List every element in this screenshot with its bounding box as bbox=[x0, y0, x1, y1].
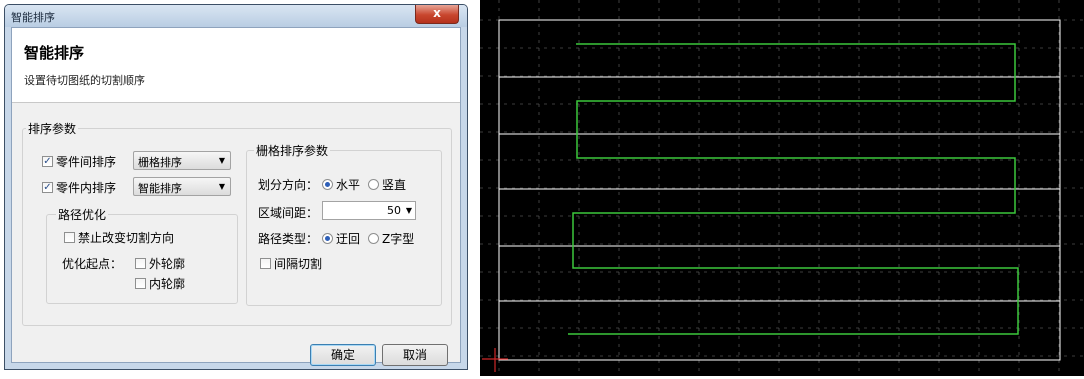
start-point-label: 优化起点： bbox=[62, 257, 123, 271]
chevron-down-icon[interactable]: ▼ bbox=[406, 206, 412, 215]
chevron-down-icon: ▼ bbox=[218, 182, 225, 191]
canvas-grid bbox=[480, 0, 1084, 376]
drawing-canvas[interactable] bbox=[480, 0, 1084, 376]
sort-params-label: 排序参数 bbox=[26, 120, 79, 137]
within-part-checkbox[interactable]: ✓ bbox=[42, 182, 53, 193]
direction-vertical-label: 竖直 bbox=[382, 178, 407, 192]
spacing-value: 50 bbox=[387, 204, 401, 217]
dialog-subtitle: 设置待切图纸的切割顺序 bbox=[24, 74, 145, 87]
chevron-down-icon: ▼ bbox=[218, 156, 225, 165]
within-part-select[interactable]: 智能排序 ▼ bbox=[133, 177, 231, 196]
path-type-label: 路径类型： bbox=[258, 232, 319, 246]
ok-button[interactable]: 确定 bbox=[310, 344, 376, 366]
no-dir-change-checkbox[interactable] bbox=[64, 232, 75, 243]
between-parts-checkbox[interactable]: ✓ bbox=[42, 156, 53, 167]
smart-sort-dialog: 智能排序 x 智能排序 设置待切图纸的切割顺序 排序参数 ✓ 零件间排序 栅格排… bbox=[4, 4, 468, 370]
grid-params-group bbox=[246, 150, 442, 306]
outer-contour-checkbox[interactable] bbox=[135, 258, 146, 269]
dialog-heading: 智能排序 bbox=[24, 44, 85, 62]
interval-cut-label: 间隔切割 bbox=[274, 257, 323, 271]
dialog-header: 智能排序 设置待切图纸的切割顺序 bbox=[12, 28, 460, 103]
path-type-z-radio[interactable] bbox=[368, 233, 379, 244]
grid-params-label: 栅格排序参数 bbox=[254, 142, 331, 159]
direction-horizontal-label: 水平 bbox=[336, 178, 361, 192]
canvas-svg bbox=[480, 0, 1084, 376]
inner-contour-label: 内轮廓 bbox=[149, 277, 186, 291]
no-dir-change-label: 禁止改变切割方向 bbox=[78, 231, 175, 245]
dialog-client: 智能排序 设置待切图纸的切割顺序 排序参数 ✓ 零件间排序 栅格排序 ▼ ✓ 零… bbox=[11, 27, 461, 366]
within-part-label: 零件内排序 bbox=[56, 181, 117, 195]
close-icon: x bbox=[433, 6, 441, 20]
direction-label: 划分方向： bbox=[258, 178, 319, 192]
direction-horizontal-radio[interactable] bbox=[322, 179, 333, 190]
direction-vertical-radio[interactable] bbox=[368, 179, 379, 190]
spacing-label: 区域间距： bbox=[258, 206, 319, 220]
between-parts-select[interactable]: 栅格排序 ▼ bbox=[133, 151, 231, 170]
spacing-input[interactable]: 50 ▼ bbox=[322, 201, 416, 220]
interval-cut-checkbox[interactable] bbox=[260, 258, 271, 269]
path-opt-label: 路径优化 bbox=[56, 206, 109, 223]
between-parts-value: 栅格排序 bbox=[138, 156, 182, 169]
inner-contour-checkbox[interactable] bbox=[135, 278, 146, 289]
between-parts-label: 零件间排序 bbox=[56, 155, 117, 169]
outer-contour-label: 外轮廓 bbox=[149, 257, 186, 271]
path-type-z-label: Z字型 bbox=[382, 232, 415, 246]
cancel-button[interactable]: 取消 bbox=[382, 344, 448, 366]
close-button[interactable]: x bbox=[415, 5, 459, 24]
plate-border bbox=[498, 19, 1061, 361]
path-type-detour-label: 迂回 bbox=[336, 232, 361, 246]
dialog-titlebar[interactable]: 智能排序 x bbox=[5, 5, 467, 27]
path-type-detour-radio[interactable] bbox=[322, 233, 333, 244]
within-part-value: 智能排序 bbox=[138, 182, 182, 195]
dialog-title: 智能排序 bbox=[11, 11, 55, 24]
